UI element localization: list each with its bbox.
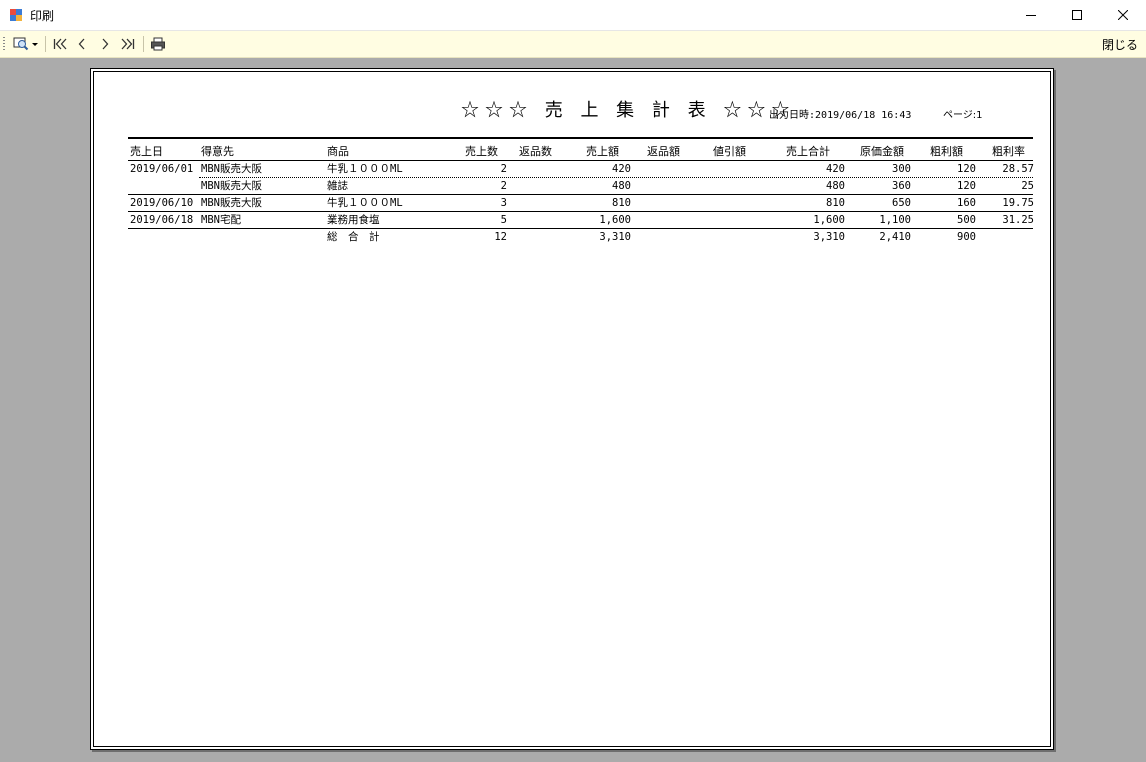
column-header: 返品額 — [647, 145, 680, 158]
column-header: 返品数 — [519, 145, 552, 158]
maximize-icon — [1072, 10, 1082, 20]
column-header: 売上日 — [130, 145, 163, 158]
title-bar: 印刷 — [0, 0, 1146, 31]
table-cell: 1,600 — [813, 214, 845, 226]
close-icon — [1118, 10, 1128, 20]
table-cell: 業務用食塩 — [327, 214, 380, 226]
table-cell: MBN宅配 — [201, 214, 241, 226]
table-cell: 2 — [500, 180, 507, 192]
column-header: 粗利額 — [930, 145, 963, 158]
table-cell: MBN販売大阪 — [201, 163, 262, 175]
table-cell: 120 — [957, 163, 976, 175]
table-cell: 19.75 — [1002, 197, 1034, 209]
column-header: 売上額 — [586, 145, 619, 158]
column-header: 商品 — [327, 145, 349, 158]
table-cell: MBN販売大阪 — [201, 197, 262, 209]
next-page-button[interactable] — [96, 34, 114, 54]
table-cell: 雑誌 — [327, 180, 348, 192]
grand-total-value: 900 — [957, 231, 976, 243]
table-cell: 2 — [500, 163, 507, 175]
report-title: ☆☆☆ 売 上 集 計 表 ☆☆☆ — [461, 100, 796, 121]
maximize-button[interactable] — [1054, 0, 1100, 30]
close-window-button[interactable] — [1100, 0, 1146, 30]
column-header: 値引額 — [713, 145, 746, 158]
table-cell: 160 — [957, 197, 976, 209]
previous-page-icon — [78, 38, 85, 50]
table-cell: 3 — [500, 197, 507, 209]
grand-total-value: 3,310 — [813, 231, 845, 243]
toolbar-separator — [45, 36, 46, 52]
output-datetime-label: 出力日時: — [769, 110, 816, 121]
table-cell: 480 — [612, 180, 631, 192]
previous-page-button[interactable] — [73, 34, 91, 54]
table-cell: 420 — [612, 163, 631, 175]
table-cell: 5 — [500, 214, 507, 226]
toolbar: 閉じる — [0, 31, 1146, 58]
table-cell: 2019/06/10 — [130, 197, 194, 209]
toolbar-grip[interactable] — [3, 37, 5, 51]
grand-total-value: 12 — [494, 231, 507, 243]
table-cell: 650 — [892, 197, 911, 209]
grand-total-value: 3,310 — [599, 231, 631, 243]
page-number: ページ:1 — [943, 106, 983, 121]
column-header: 売上数 — [465, 145, 498, 158]
table-cell: 牛乳１０００ML — [327, 163, 403, 175]
table-cell: 500 — [957, 214, 976, 226]
column-header: 粗利率 — [992, 145, 1025, 158]
column-header: 原価金額 — [860, 145, 904, 158]
minimize-icon — [1026, 15, 1036, 16]
column-header: 売上合計 — [786, 145, 830, 158]
rule-line — [128, 137, 1033, 139]
table-cell: MBN販売大阪 — [201, 180, 262, 192]
table-cell: 480 — [826, 180, 845, 192]
table-cell: 牛乳１０００ML — [327, 197, 403, 209]
rule-line — [128, 228, 1033, 229]
table-cell: 2019/06/01 — [130, 163, 194, 175]
table-cell: 1,100 — [879, 214, 911, 226]
close-button[interactable]: 閉じる — [1102, 36, 1138, 53]
last-page-button[interactable] — [118, 34, 138, 54]
table-cell: 420 — [826, 163, 845, 175]
toolbar-separator — [143, 36, 144, 52]
table-cell: 25 — [1021, 180, 1034, 192]
window-title: 印刷 — [30, 9, 55, 23]
table-cell: 1,600 — [599, 214, 631, 226]
table-cell: 810 — [612, 197, 631, 209]
rule-line — [128, 211, 1033, 212]
rule-line — [128, 160, 1033, 161]
rule-line — [199, 177, 1033, 178]
print-icon — [151, 37, 165, 51]
report-page: ☆☆☆ 売 上 集 計 表 ☆☆☆ 出力日時:2019/06/18 16:43 … — [90, 68, 1054, 750]
table-cell: 2019/06/18 — [130, 214, 194, 226]
first-page-button[interactable] — [50, 34, 70, 54]
output-datetime-value: 2019/06/18 16:43 — [815, 110, 912, 121]
next-page-icon — [102, 38, 109, 50]
page-number-label: ページ: — [943, 110, 977, 121]
grand-total-value: 2,410 — [879, 231, 911, 243]
table-cell: 28.57 — [1002, 163, 1034, 175]
page-number-value: 1 — [976, 110, 983, 121]
table-cell: 360 — [892, 180, 911, 192]
table-cell: 810 — [826, 197, 845, 209]
print-button[interactable] — [148, 34, 168, 54]
output-datetime: 出力日時:2019/06/18 16:43 — [769, 106, 911, 121]
first-page-icon — [53, 38, 67, 50]
table-cell: 120 — [957, 180, 976, 192]
minimize-button[interactable] — [1008, 0, 1054, 30]
app-icon — [9, 8, 23, 22]
grand-total-label: 総 合 計 — [327, 231, 380, 243]
last-page-icon — [121, 38, 135, 50]
table-cell: 31.25 — [1002, 214, 1034, 226]
zoom-button[interactable] — [12, 34, 40, 54]
print-preview-area[interactable]: ☆☆☆ 売 上 集 計 表 ☆☆☆ 出力日時:2019/06/18 16:43 … — [0, 58, 1146, 762]
rule-line — [128, 194, 1033, 195]
table-cell: 300 — [892, 163, 911, 175]
column-header: 得意先 — [201, 145, 234, 158]
zoom-icon — [13, 37, 38, 51]
